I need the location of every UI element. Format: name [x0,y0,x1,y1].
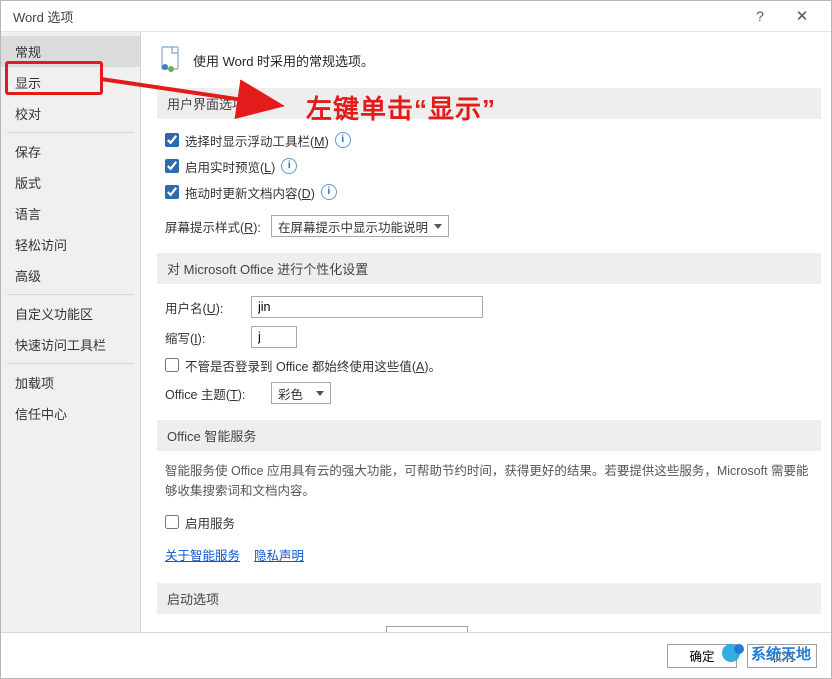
sidebar-separator [7,294,134,295]
ok-button[interactable]: 确定 [667,644,737,668]
sidebar-item-general[interactable]: 常规 [1,36,140,67]
username-label: 用户名(U): [165,298,251,317]
info-icon[interactable]: i [321,184,337,200]
close-icon: ✕ [796,7,809,25]
opt-live-preview[interactable]: 启用实时预览(L) [165,157,275,176]
sidebar-item-layout[interactable]: 版式 [1,167,140,198]
info-icon[interactable]: i [335,132,351,148]
word-options-dialog: Word 选项 ? ✕ 常规 显示 校对 保存 版式 语言 轻松访问 高级 自定… [0,0,832,679]
sidebar-item-quick-access[interactable]: 快速访问工具栏 [1,329,140,360]
dialog-footer: 确定 取消 [1,632,831,678]
screentip-style-label: 屏幕提示样式(R): [165,217,271,236]
sidebar-item-save[interactable]: 保存 [1,136,140,167]
page-header-text: 使用 Word 时采用的常规选项。 [193,51,374,70]
sidebar-item-accessibility[interactable]: 轻松访问 [1,229,140,260]
opt-always-use-values-checkbox[interactable] [165,358,179,372]
theme-select[interactable]: 彩色 [271,382,331,404]
opt-enable-services-checkbox[interactable] [165,515,179,529]
dialog-body: 常规 显示 校对 保存 版式 语言 轻松访问 高级 自定义功能区 快速访问工具栏… [1,32,831,632]
theme-label: Office 主题(T): [165,384,271,403]
help-icon: ? [756,8,764,24]
page-header: 使用 Word 时采用的常规选项。 [159,46,821,74]
opt-always-use-values[interactable]: 不管是否登录到 Office 都始终使用这些值(A)。 [165,356,441,375]
initials-input[interactable] [251,326,297,348]
sidebar-separator [7,363,134,364]
section-intelligent-title: Office 智能服务 [157,420,821,451]
intelligent-desc: 智能服务使 Office 应用具有云的强大功能，可帮助节约时间，获得更好的结果。… [165,461,813,501]
sidebar-item-language[interactable]: 语言 [1,198,140,229]
sidebar-separator [7,132,134,133]
opt-mini-toolbar[interactable]: 选择时显示浮动工具栏(M) [165,131,329,150]
link-about-intelligent[interactable]: 关于智能服务 [165,545,240,564]
opt-drag-update-checkbox[interactable] [165,185,179,199]
username-input[interactable] [251,296,483,318]
sidebar: 常规 显示 校对 保存 版式 语言 轻松访问 高级 自定义功能区 快速访问工具栏… [1,32,141,632]
section-startup-title: 启动选项 [157,583,821,614]
sidebar-item-addins[interactable]: 加载项 [1,367,140,398]
window-title: Word 选项 [13,7,739,26]
opt-live-preview-checkbox[interactable] [165,159,179,173]
sidebar-item-advanced[interactable]: 高级 [1,260,140,291]
content-scroll[interactable]: 使用 Word 时采用的常规选项。 用户界面选项 选择时显示浮动工具栏(M) i… [141,32,831,632]
cancel-button[interactable]: 取消 [747,644,817,668]
screentip-style-select[interactable]: 在屏幕提示中显示功能说明 [271,215,449,237]
link-privacy[interactable]: 隐私声明 [254,545,304,564]
opt-drag-update[interactable]: 拖动时更新文档内容(D) [165,183,315,202]
close-button[interactable]: ✕ [781,2,823,30]
sidebar-item-proofing[interactable]: 校对 [1,98,140,129]
help-button[interactable]: ? [739,2,781,30]
title-bar: Word 选项 ? ✕ [1,1,831,32]
opt-mini-toolbar-checkbox[interactable] [165,133,179,147]
sidebar-item-trust-center[interactable]: 信任中心 [1,398,140,429]
section-personalize-title: 对 Microsoft Office 进行个性化设置 [157,253,821,284]
sidebar-item-display[interactable]: 显示 [1,67,140,98]
info-icon[interactable]: i [281,158,297,174]
page-icon [159,46,183,74]
section-ui-title: 用户界面选项 [157,88,821,119]
initials-label: 缩写(I): [165,328,251,347]
content-pane: 使用 Word 时采用的常规选项。 用户界面选项 选择时显示浮动工具栏(M) i… [141,32,831,632]
opt-enable-services[interactable]: 启用服务 [165,513,235,532]
sidebar-item-customize-ribbon[interactable]: 自定义功能区 [1,298,140,329]
